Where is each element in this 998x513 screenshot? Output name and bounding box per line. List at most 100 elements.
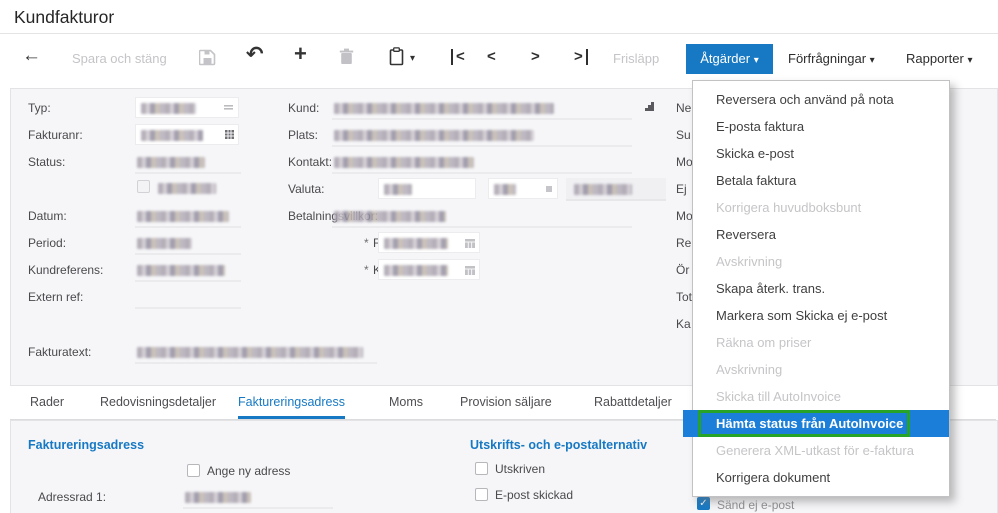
- fakturanr-input[interactable]: [135, 124, 239, 145]
- menu-item-skapa-aterk-trans[interactable]: Skapa återk. trans.: [693, 275, 949, 302]
- actions-button[interactable]: Åtgärder ▾: [686, 44, 773, 74]
- inquiries-label: Förfrågningar: [788, 51, 867, 66]
- undo-icon[interactable]: ↶: [246, 44, 264, 65]
- fakturatext-value[interactable]: [135, 341, 377, 364]
- menu-item-korrigera-huvudboksbunt: Korrigera huvudboksbunt: [716, 200, 862, 215]
- plats-value[interactable]: [332, 124, 632, 147]
- menu-item-skicka-epost[interactable]: Skicka e-post: [693, 140, 949, 167]
- field-netto-label-clipped: Ne: [676, 101, 692, 115]
- save-icon[interactable]: [199, 49, 216, 66]
- back-icon[interactable]: ←: [22, 46, 41, 66]
- actions-button-label: Åtgärder: [700, 51, 751, 66]
- menu-item-generera-xml-utkast: Generera XML-utkast för e-faktura: [716, 443, 914, 458]
- forfallodatum-input[interactable]: [378, 232, 480, 253]
- valuta-view-value[interactable]: [566, 178, 666, 201]
- field-summa-label-clipped: Su: [676, 128, 691, 142]
- field-kund-label: Kund:: [288, 101, 320, 115]
- new-address-checkbox[interactable]: [187, 464, 200, 477]
- field-fakturatext-label: Fakturatext:: [28, 345, 92, 359]
- reports-button[interactable]: Rapporter ▾: [906, 51, 972, 66]
- address-line1-input[interactable]: [183, 486, 333, 509]
- dont-email-checkbox[interactable]: ✓: [697, 497, 710, 510]
- field-typ-label: Typ:: [28, 101, 51, 115]
- customer-link-icon[interactable]: [644, 101, 655, 112]
- menu-item-hamta-status-fran-autoinvoice[interactable]: Hämta status från AutoInvoice: [683, 410, 949, 437]
- menu-item-rakna-om-priser: Räkna om priser: [716, 335, 812, 350]
- print-options-heading: Utskrifts- och e-postalternativ: [470, 438, 648, 452]
- field-datum-label: Datum:: [28, 209, 67, 223]
- valuta-code-input[interactable]: [378, 178, 476, 199]
- menu-item-betala-faktura[interactable]: Betala faktura: [693, 167, 949, 194]
- field-tot-label-clipped: Tot: [676, 290, 693, 304]
- actions-caret-icon: ▾: [753, 55, 759, 66]
- field-ka-label-clipped: Ka: [676, 317, 691, 331]
- paste-caret-icon[interactable]: ▾: [410, 53, 415, 64]
- field-valuta-label: Valuta:: [288, 182, 325, 196]
- kassarab-datum-input[interactable]: [378, 259, 480, 280]
- new-address-label: Ange ny adress: [207, 464, 291, 478]
- status-flag-checkbox[interactable]: [137, 180, 150, 193]
- menu-item-avskrivning-1: Avskrivning: [716, 254, 783, 269]
- tab-redovisningsdetaljer[interactable]: Redovisningsdetaljer: [100, 395, 216, 416]
- field-ore-label-clipped: Ör: [676, 263, 690, 277]
- delete-icon[interactable]: [339, 48, 354, 65]
- field-moms2-label-clipped: Mo: [676, 209, 693, 223]
- field-extern-ref-label: Extern ref:: [28, 290, 84, 304]
- kontakt-value[interactable]: [332, 151, 632, 174]
- field-re-label-clipped: Re: [676, 236, 692, 250]
- tab-rabattdetaljer[interactable]: Rabattdetaljer: [594, 395, 672, 416]
- datum-value[interactable]: [135, 205, 241, 228]
- first-record-icon[interactable]: <: [451, 49, 465, 65]
- field-moms-label-clipped: Mo: [676, 155, 693, 169]
- menu-item-eposta-faktura[interactable]: E-posta faktura: [693, 113, 949, 140]
- lookup-icon: [225, 130, 234, 139]
- valuta-rate-input[interactable]: [488, 178, 558, 199]
- field-status-label: Status:: [28, 155, 66, 169]
- customer-invoices-screen: Kundfakturor ← Spara och stäng ↶ + ▾ < <…: [0, 0, 998, 513]
- calendar-icon: [465, 239, 475, 248]
- required-marker: *: [364, 263, 369, 277]
- kund-value[interactable]: [332, 97, 632, 120]
- betalningsvillkor-value[interactable]: [332, 205, 632, 228]
- inquiries-caret-icon: ▾: [869, 55, 875, 66]
- menu-item-reversera[interactable]: Reversera: [693, 221, 949, 248]
- menu-item-reversera-och-anvand[interactable]: Reversera och använd på nota: [693, 86, 949, 113]
- status-flag-value: [158, 183, 216, 194]
- release-button[interactable]: Frisläpp: [613, 51, 659, 66]
- tab-rader[interactable]: Rader: [30, 395, 64, 416]
- reports-label: Rapporter: [906, 51, 964, 66]
- menu-item-korrigera-dokument[interactable]: Korrigera dokument: [693, 464, 949, 491]
- tab-provision-saljare[interactable]: Provision säljare: [460, 395, 552, 416]
- email-sent-checkbox[interactable]: [475, 488, 488, 501]
- email-sent-label: E-post skickad: [495, 488, 574, 502]
- last-record-icon[interactable]: >: [574, 49, 588, 65]
- next-record-icon[interactable]: >: [531, 49, 540, 65]
- dont-email-label: Sänd ej e-post: [717, 498, 795, 512]
- extern-ref-input[interactable]: [135, 286, 241, 309]
- field-period-label: Period:: [28, 236, 67, 250]
- address-line1-label: Adressrad 1:: [38, 490, 107, 504]
- typ-input[interactable]: [135, 97, 239, 118]
- menu-item-markera-som-skicka-ej-epost[interactable]: Markera som Skicka ej e-post: [693, 302, 949, 329]
- selector-icon: [546, 186, 552, 192]
- actions-menu: Reversera och använd på nota E-posta fak…: [683, 80, 950, 497]
- menu-item-avskrivning-2: Avskrivning: [716, 362, 783, 377]
- header-divider: [0, 33, 998, 34]
- printed-checkbox[interactable]: [475, 462, 488, 475]
- billing-address-heading: Faktureringsadress: [28, 438, 145, 452]
- paste-icon[interactable]: [389, 47, 404, 66]
- printed-label: Utskriven: [495, 462, 546, 476]
- tab-faktureringsadress[interactable]: Faktureringsadress: [238, 395, 345, 419]
- kundreferens-value[interactable]: [135, 259, 241, 282]
- add-icon[interactable]: +: [294, 43, 307, 65]
- field-kontakt-label: Kontakt:: [288, 155, 333, 169]
- field-ej-label-clipped: Ej: [676, 182, 687, 196]
- inquiries-button[interactable]: Förfrågningar ▾: [788, 51, 875, 66]
- required-marker: *: [364, 236, 369, 250]
- tab-moms[interactable]: Moms: [389, 395, 423, 416]
- save-and-close-button[interactable]: Spara och stäng: [72, 51, 167, 66]
- calendar-icon: [465, 266, 475, 275]
- check-icon: ✓: [699, 498, 708, 509]
- previous-record-icon[interactable]: <: [487, 49, 496, 65]
- period-value[interactable]: [135, 232, 241, 255]
